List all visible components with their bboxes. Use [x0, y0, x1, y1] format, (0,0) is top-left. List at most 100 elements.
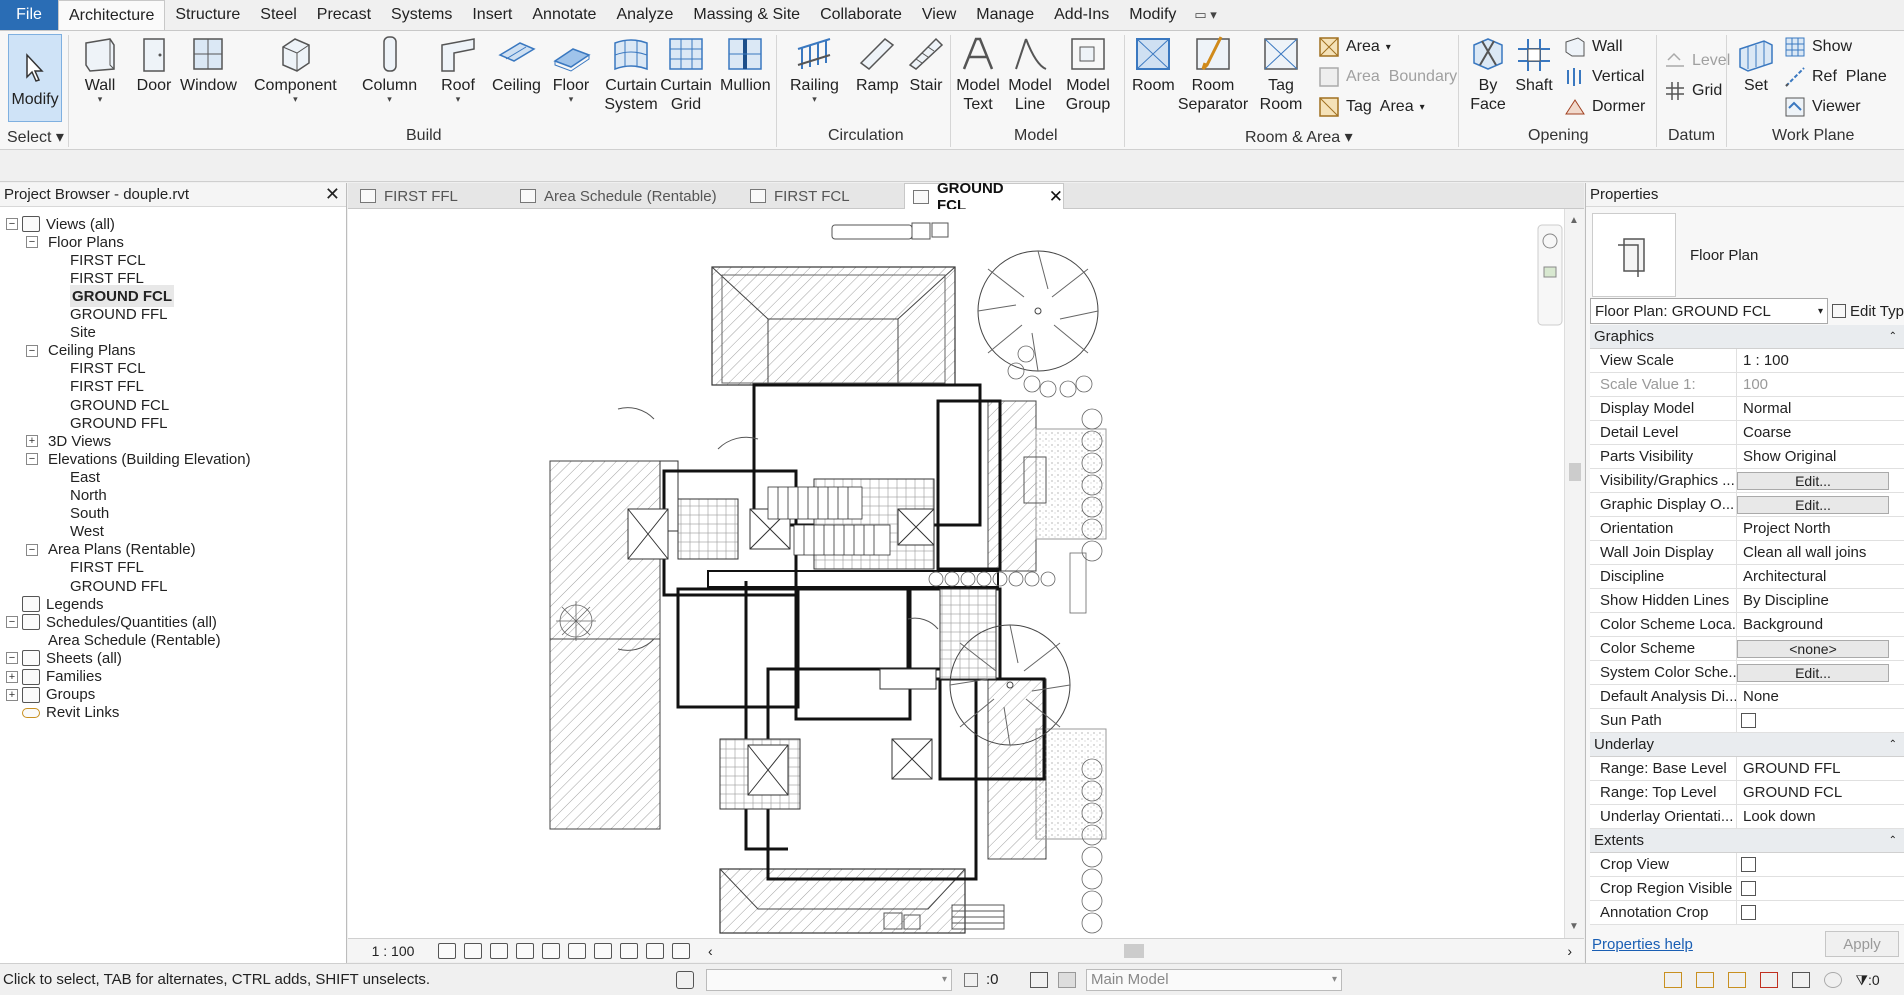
tree-toggle[interactable]: − — [26, 453, 38, 466]
by-face-button[interactable]: By Face — [1468, 35, 1508, 114]
properties-help-link[interactable]: Properties help — [1592, 936, 1693, 953]
shaft-button[interactable]: Shaft — [1514, 35, 1554, 95]
vertical-scrollbar[interactable]: ▲ ▼ — [1564, 209, 1584, 938]
doc-tab-area-schedule[interactable]: Area Schedule (Rentable) — [512, 183, 742, 209]
tree-toggle[interactable]: − — [6, 218, 18, 230]
curtain-system-button[interactable]: Curtain System — [604, 35, 658, 114]
ref-plane-button[interactable]: Ref Plane — [1784, 65, 1887, 89]
property-value[interactable]: Edit... — [1737, 493, 1904, 516]
show-crop-icon[interactable] — [568, 942, 586, 959]
quick-access-dropdown[interactable]: ▭ ▾ — [1186, 0, 1224, 30]
property-value[interactable]: Coarse — [1737, 421, 1904, 444]
property-edit-button[interactable]: Edit... — [1737, 495, 1889, 514]
property-value[interactable]: GROUND FCL — [1737, 781, 1904, 804]
scroll-up-icon[interactable]: ▲ — [1569, 215, 1579, 226]
area-button[interactable]: Area ▾ — [1318, 35, 1391, 59]
room-area-panel-label[interactable]: Room & Area ▾ — [1245, 127, 1353, 147]
file-menu[interactable]: File — [0, 0, 58, 30]
doc-tab-first-fcl[interactable]: FIRST FCL — [742, 183, 902, 209]
set-work-plane-button[interactable]: Set — [1736, 35, 1776, 95]
level-button[interactable]: Level — [1664, 49, 1730, 73]
detail-level-icon[interactable] — [438, 942, 456, 959]
property-value[interactable]: Clean all wall joins — [1737, 541, 1904, 564]
mullion-button[interactable]: Mullion — [720, 35, 771, 95]
horizontal-scroll-thumb[interactable] — [1123, 943, 1144, 958]
scroll-right-icon[interactable]: › — [1567, 943, 1572, 959]
modify-button[interactable]: Modify — [8, 34, 62, 122]
dormer-opening-button[interactable]: Dormer — [1564, 95, 1645, 119]
property-value[interactable] — [1737, 877, 1904, 900]
worksets-icon[interactable] — [676, 970, 694, 989]
close-icon[interactable]: ✕ — [325, 184, 340, 205]
tree-toggle[interactable]: − — [6, 616, 18, 629]
design-option-status-icon[interactable] — [1058, 971, 1076, 988]
property-value[interactable]: GROUND FFL — [1737, 757, 1904, 780]
tab-massing-site[interactable]: Massing & Site — [683, 0, 810, 30]
select-panel-label[interactable]: Select ▾ — [7, 127, 64, 147]
property-checkbox[interactable] — [1741, 857, 1756, 872]
tree-toggle[interactable]: − — [26, 543, 38, 556]
component-button[interactable]: Component ▾ — [254, 35, 337, 104]
sun-path-icon[interactable] — [490, 942, 508, 959]
property-value[interactable] — [1737, 853, 1904, 876]
edit-type-button[interactable]: Edit Type — [1832, 298, 1904, 324]
visual-style-icon[interactable] — [464, 942, 482, 959]
model-line-button[interactable]: Model Line — [1008, 35, 1052, 114]
tab-architecture[interactable]: Architecture — [58, 0, 166, 30]
scroll-left-icon[interactable]: ‹ — [708, 943, 713, 959]
vertical-opening-button[interactable]: Vertical — [1564, 65, 1644, 89]
tree-toggle[interactable]: − — [26, 344, 38, 357]
tab-insert[interactable]: Insert — [462, 0, 522, 30]
property-group-header[interactable]: Graphics ⌃ — [1590, 325, 1904, 349]
room-button[interactable]: Room — [1132, 35, 1175, 95]
crop-view-icon[interactable] — [542, 942, 560, 959]
tab-add-ins[interactable]: Add-Ins — [1044, 0, 1119, 30]
window-button[interactable]: Window — [180, 35, 237, 95]
tab-precast[interactable]: Precast — [307, 0, 381, 30]
tab-view[interactable]: View — [912, 0, 966, 30]
horizontal-scrollbar[interactable] — [721, 943, 1560, 958]
close-tab-icon[interactable]: ✕ — [1049, 187, 1063, 207]
tab-collaborate[interactable]: Collaborate — [810, 0, 912, 30]
room-separator-button[interactable]: Room Separator — [1178, 35, 1248, 114]
property-value[interactable]: Edit... — [1737, 469, 1904, 492]
column-button[interactable]: Column ▾ — [362, 35, 417, 104]
curtain-grid-button[interactable]: Curtain Grid — [660, 35, 712, 114]
select-links-icon[interactable] — [1663, 971, 1682, 988]
reveal-hidden-icon[interactable] — [620, 942, 638, 959]
tree-toggle[interactable]: + — [6, 670, 18, 683]
property-value[interactable]: Background — [1737, 613, 1904, 636]
property-value[interactable]: 100 — [1737, 373, 1904, 396]
tab-steel[interactable]: Steel — [250, 0, 306, 30]
select-pinned-icon[interactable] — [1727, 971, 1746, 988]
tag-area-button[interactable]: Tag Area ▾ — [1318, 95, 1425, 119]
workset-dropdown[interactable]: ▾ — [706, 968, 952, 991]
property-edit-button[interactable]: Edit... — [1737, 663, 1889, 682]
tab-structure[interactable]: Structure — [165, 0, 250, 30]
stair-button[interactable]: Stair — [906, 35, 946, 95]
drag-elements-icon[interactable] — [1791, 971, 1810, 988]
tree-toggle[interactable]: − — [6, 652, 18, 665]
design-options-icon[interactable] — [1030, 971, 1048, 988]
property-value[interactable]: None — [1737, 685, 1904, 708]
property-value[interactable]: By Discipline — [1737, 589, 1904, 612]
worksharing-icon[interactable] — [646, 942, 664, 959]
property-group-header[interactable]: Extents ⌃ — [1590, 829, 1904, 853]
shadows-icon[interactable] — [516, 942, 534, 959]
property-value[interactable] — [1737, 901, 1904, 924]
railing-button[interactable]: Railing ▾ — [790, 35, 839, 104]
ramp-button[interactable]: Ramp — [856, 35, 899, 95]
property-value[interactable]: <none> — [1737, 637, 1904, 660]
property-checkbox[interactable] — [1741, 713, 1756, 728]
tree-toggle[interactable]: + — [6, 688, 18, 701]
tab-modify[interactable]: Modify — [1119, 0, 1186, 30]
wall-button[interactable]: Wall ▾ — [80, 35, 120, 104]
select-underlay-icon[interactable] — [1695, 971, 1714, 988]
tab-analyze[interactable]: Analyze — [606, 0, 683, 30]
design-option-dropdown[interactable]: Main Model ▾ — [1086, 968, 1342, 991]
filter-icon[interactable]: ⧩:0 — [1856, 972, 1887, 988]
model-text-button[interactable]: Model Text — [956, 35, 1000, 114]
property-group-header[interactable]: Underlay ⌃ — [1590, 733, 1904, 757]
doc-tab-ground-fcl[interactable]: GROUND FCL ✕ — [904, 180, 1064, 214]
door-button[interactable]: Door — [134, 35, 174, 95]
